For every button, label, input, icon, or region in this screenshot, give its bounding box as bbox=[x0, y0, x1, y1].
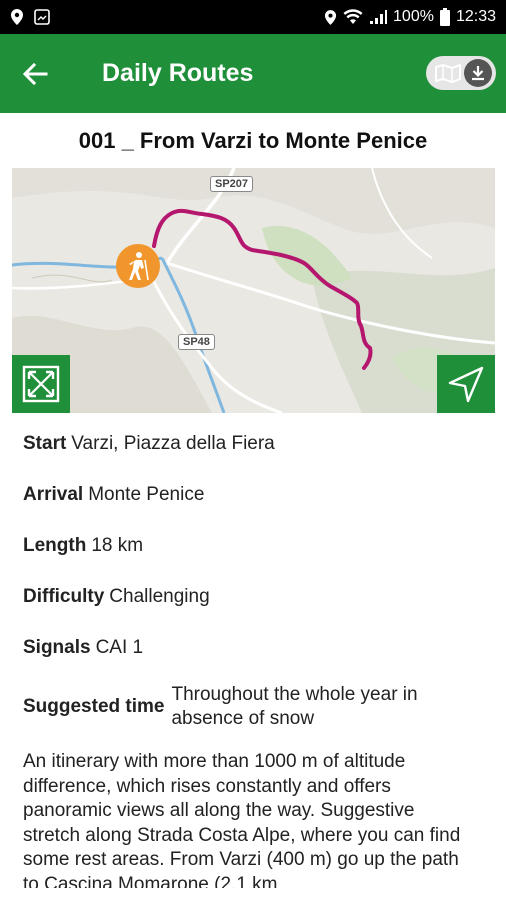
app-bar: Daily Routes bbox=[0, 34, 506, 113]
image-disabled-icon bbox=[34, 9, 50, 25]
expand-icon bbox=[22, 365, 60, 403]
detail-value: Challenging bbox=[109, 586, 210, 607]
detail-label: Difficulty bbox=[23, 586, 105, 607]
start-marker[interactable] bbox=[116, 244, 160, 288]
expand-map-button[interactable] bbox=[12, 355, 70, 413]
location-icon bbox=[324, 9, 337, 25]
signal-icon bbox=[370, 10, 388, 24]
detail-value: Monte Penice bbox=[88, 484, 205, 505]
route-description: An itinerary with more than 1000 m of al… bbox=[23, 751, 461, 888]
detail-label: Length bbox=[23, 535, 87, 556]
detail-value: CAI 1 bbox=[95, 637, 144, 658]
back-button[interactable] bbox=[0, 34, 70, 113]
detail-label: Suggested time bbox=[23, 696, 165, 717]
map-background bbox=[12, 168, 495, 413]
detail-length: Length 18 km bbox=[23, 535, 143, 557]
status-left bbox=[10, 8, 50, 26]
arrow-left-icon bbox=[22, 62, 48, 85]
route-title: 001 _ From Varzi to Monte Penice bbox=[78, 128, 428, 153]
detail-value: Throughout the whole year in absence of … bbox=[171, 684, 418, 729]
status-bar: 100% 12:33 bbox=[0, 0, 506, 34]
download-icon bbox=[472, 66, 484, 81]
road-label-sp48: SP48 bbox=[178, 334, 215, 350]
detail-label: Signals bbox=[23, 637, 91, 658]
location-icon bbox=[11, 9, 23, 25]
navigate-icon bbox=[448, 366, 484, 403]
detail-signals: Signals CAI 1 bbox=[23, 637, 143, 659]
hiker-icon bbox=[129, 252, 149, 281]
detail-label: Arrival bbox=[23, 484, 84, 505]
detail-suggested-time: Suggested time Throughout the whole year… bbox=[23, 683, 461, 731]
detail-value: Varzi, Piazza della Fiera bbox=[71, 433, 275, 454]
offline-map-download-button[interactable] bbox=[426, 56, 496, 90]
page-title: Daily Routes bbox=[102, 59, 254, 87]
wifi-icon bbox=[343, 9, 363, 24]
detail-value: 18 km bbox=[91, 535, 144, 556]
detail-difficulty: Difficulty Challenging bbox=[23, 586, 210, 608]
navigate-button[interactable] bbox=[437, 355, 495, 413]
clock: 12:33 bbox=[455, 8, 496, 25]
download-badge bbox=[464, 59, 492, 87]
road-label-sp207: SP207 bbox=[210, 176, 254, 192]
status-right: 100% 12:33 bbox=[324, 8, 496, 26]
map-icon bbox=[435, 63, 461, 83]
battery-icon bbox=[439, 8, 450, 26]
detail-label: Start bbox=[23, 433, 67, 454]
route-map[interactable]: SP207 SP48 bbox=[12, 168, 495, 413]
detail-start: Start Varzi, Piazza della Fiera bbox=[23, 433, 275, 455]
detail-arrival: Arrival Monte Penice bbox=[23, 484, 204, 506]
battery-percent: 100% bbox=[393, 8, 434, 25]
